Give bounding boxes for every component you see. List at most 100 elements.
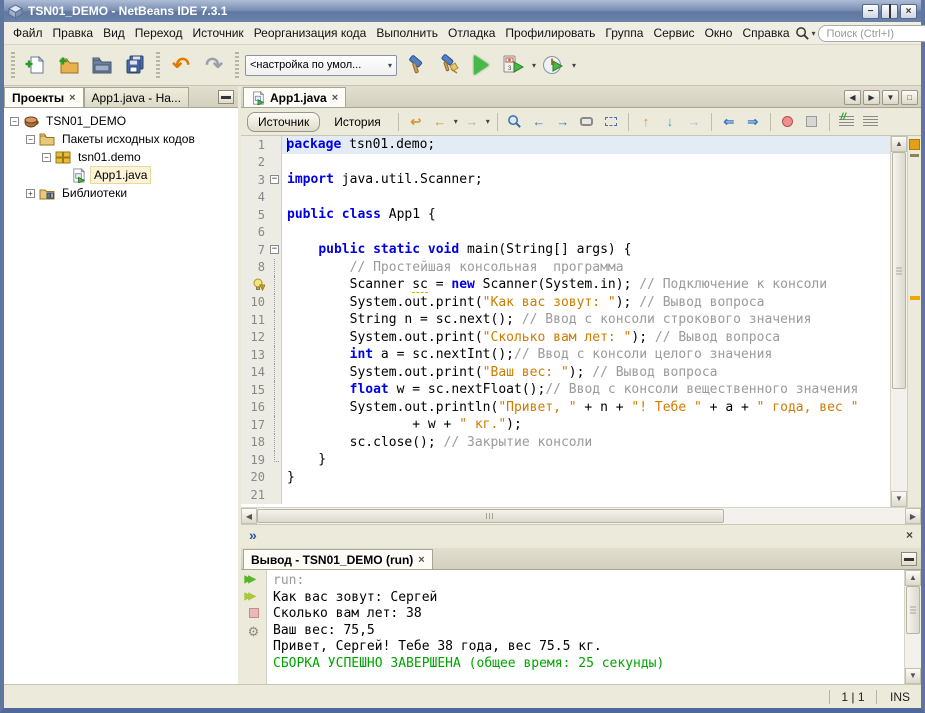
code-line[interactable]: 1package tsn01.demo; xyxy=(241,136,890,154)
code-line[interactable]: 12 System.out.print("Сколько вам лет: ")… xyxy=(241,329,890,347)
run-project-icon[interactable] xyxy=(466,50,496,80)
editor-horizontal-scrollbar[interactable]: ◀ ▶ xyxy=(241,507,921,524)
clean-build-project-icon[interactable] xyxy=(433,50,463,80)
menu-item-3[interactable]: Переход xyxy=(130,23,188,43)
scroll-down-icon[interactable]: ▼ xyxy=(891,491,907,507)
previous-occurrence-icon[interactable]: ← xyxy=(529,112,549,132)
code-line[interactable]: 21 xyxy=(241,486,890,504)
menu-item-5[interactable]: Реорганизация кода xyxy=(249,23,372,43)
debug-project-icon[interactable]: 3 xyxy=(499,50,529,80)
profile-dropdown-icon[interactable]: ▾ xyxy=(572,61,576,70)
code-line[interactable]: 18 sc.close(); // Закрытие консоли xyxy=(241,434,890,452)
error-stripe[interactable] xyxy=(907,136,921,507)
collapse-icon[interactable]: − xyxy=(10,117,19,126)
expand-chevrons-icon[interactable]: » xyxy=(249,527,257,543)
warning-summary-mark[interactable] xyxy=(909,139,920,150)
menu-item-12[interactable]: Справка xyxy=(737,23,794,43)
next-bookmark-icon[interactable]: ↓ xyxy=(660,112,680,132)
code-line[interactable]: 20} xyxy=(241,469,890,487)
code-line[interactable]: 4 xyxy=(241,189,890,207)
tree-item-libraries[interactable]: +Библиотеки xyxy=(4,184,238,202)
rerun-icon[interactable]: ▶▶ xyxy=(245,574,263,585)
tree-item-file-app1-java[interactable]: App1.java xyxy=(4,166,238,184)
scroll-right-icon[interactable]: ▶ xyxy=(905,508,921,524)
scroll-up-icon[interactable]: ▲ xyxy=(905,570,921,586)
source-view-button[interactable]: Источник xyxy=(247,112,320,132)
new-file-icon[interactable] xyxy=(21,50,51,80)
find-selection-icon[interactable] xyxy=(505,112,525,132)
close-icon[interactable]: × xyxy=(69,92,75,104)
shift-line-left-icon[interactable]: ⇐ xyxy=(719,112,739,132)
scroll-tabs-left-icon[interactable]: ◀ xyxy=(844,90,861,105)
next-occurrence-icon[interactable]: → xyxy=(553,112,573,132)
back-icon[interactable]: ← xyxy=(430,112,450,132)
tree-item-source-packages[interactable]: −Пакеты исходных кодов xyxy=(4,130,238,148)
rectangular-selection-icon[interactable] xyxy=(601,112,621,132)
menu-item-8[interactable]: Профилировать xyxy=(500,23,600,43)
code-line[interactable]: 7− public static void main(String[] args… xyxy=(241,241,890,259)
code-line[interactable]: 8 // Простейшая консольная программа xyxy=(241,259,890,277)
output-vertical-scrollbar[interactable]: ▲ ▼ xyxy=(904,570,921,684)
redo-icon[interactable]: ↷ xyxy=(199,50,229,80)
code-line[interactable]: 2 xyxy=(241,154,890,172)
code-line[interactable]: 11 String n = sc.next(); // Ввод с консо… xyxy=(241,311,890,329)
code-area[interactable]: 1package tsn01.demo;23−import java.util.… xyxy=(241,136,890,507)
menu-item-2[interactable]: Вид xyxy=(98,23,130,43)
toggle-bookmark-icon[interactable]: → xyxy=(684,112,704,132)
minimize-output-button[interactable]: ▬ xyxy=(901,552,917,566)
code-line[interactable]: 6 xyxy=(241,224,890,242)
scrollbar-thumb[interactable] xyxy=(257,509,724,523)
undo-icon[interactable]: ↶ xyxy=(166,50,196,80)
collapse-icon[interactable]: − xyxy=(42,153,51,162)
maximize-editor-icon[interactable]: □ xyxy=(901,90,918,105)
menu-item-4[interactable]: Источник xyxy=(187,23,248,43)
tab-list-dropdown-icon[interactable]: ▼ xyxy=(882,90,899,105)
warning-bulb-icon[interactable]: ! xyxy=(253,278,265,291)
tree-item-package-tsn01-demo[interactable]: −tsn01.demo xyxy=(4,148,238,166)
last-edit-position-icon[interactable]: ↩ xyxy=(406,112,426,132)
fold-margin[interactable]: − xyxy=(268,171,282,189)
previous-bookmark-icon[interactable]: ↑ xyxy=(636,112,656,132)
scrollbar-thumb[interactable] xyxy=(906,586,920,634)
ant-settings-icon[interactable]: ⚙ xyxy=(248,624,260,640)
code-line[interactable]: ! Scanner sc = new Scanner(System.in); /… xyxy=(241,276,890,294)
collapse-fold-icon[interactable]: − xyxy=(270,175,279,184)
shift-line-right-icon[interactable]: ⇒ xyxy=(743,112,763,132)
forward-icon[interactable]: → xyxy=(462,112,482,132)
start-macro-recording-icon[interactable] xyxy=(778,112,798,132)
close-icon[interactable]: × xyxy=(906,528,913,542)
quick-search[interactable]: ▾ Поиск (Ctrl+I) xyxy=(795,25,925,42)
code-line[interactable]: 3−import java.util.Scanner; xyxy=(241,171,890,189)
forward-dropdown-icon[interactable]: ▾ xyxy=(486,117,490,126)
search-dropdown-icon[interactable]: ▾ xyxy=(812,29,816,38)
scroll-up-icon[interactable]: ▲ xyxy=(891,136,907,152)
code-line[interactable]: 19 } xyxy=(241,451,890,469)
code-line[interactable]: 10 System.out.print("Как вас зовут: "); … xyxy=(241,294,890,312)
search-icon[interactable] xyxy=(795,26,810,41)
minimize-panel-button[interactable]: ▬ xyxy=(218,90,234,104)
warning-line-mark[interactable] xyxy=(910,296,920,300)
code-line[interactable]: 5public class App1 { xyxy=(241,206,890,224)
close-icon[interactable]: × xyxy=(418,554,424,566)
code-line[interactable]: 15 float w = sc.nextFloat();// Ввод с ко… xyxy=(241,381,890,399)
history-view-button[interactable]: История xyxy=(324,113,391,131)
output-console[interactable]: run:Как вас зовут: СергейСколько вам лет… xyxy=(267,570,904,684)
collapse-fold-icon[interactable]: − xyxy=(270,245,279,254)
expand-icon[interactable]: + xyxy=(26,189,35,198)
tab-navigator[interactable]: App1.java - На... xyxy=(84,87,189,107)
tab-app1-java[interactable]: App1.java × xyxy=(243,87,346,107)
stop-macro-recording-icon[interactable] xyxy=(802,112,822,132)
open-project-icon[interactable] xyxy=(87,50,117,80)
tab-projects[interactable]: Проекты × xyxy=(4,87,84,107)
tab-output[interactable]: Вывод - TSN01_DEMO (run) × xyxy=(243,549,433,569)
uncomment-icon[interactable] xyxy=(861,112,881,132)
configuration-combobox[interactable]: <настройка по умол... ▾ xyxy=(245,55,397,76)
menu-item-10[interactable]: Сервис xyxy=(648,23,699,43)
new-project-icon[interactable] xyxy=(54,50,84,80)
debug-dropdown-icon[interactable]: ▾ xyxy=(532,61,536,70)
close-button[interactable]: × xyxy=(900,4,917,19)
menu-item-1[interactable]: Правка xyxy=(48,23,99,43)
search-input[interactable]: Поиск (Ctrl+I) xyxy=(818,25,925,42)
minimize-button[interactable]: − xyxy=(862,4,879,19)
scrollbar-thumb[interactable] xyxy=(892,152,906,389)
